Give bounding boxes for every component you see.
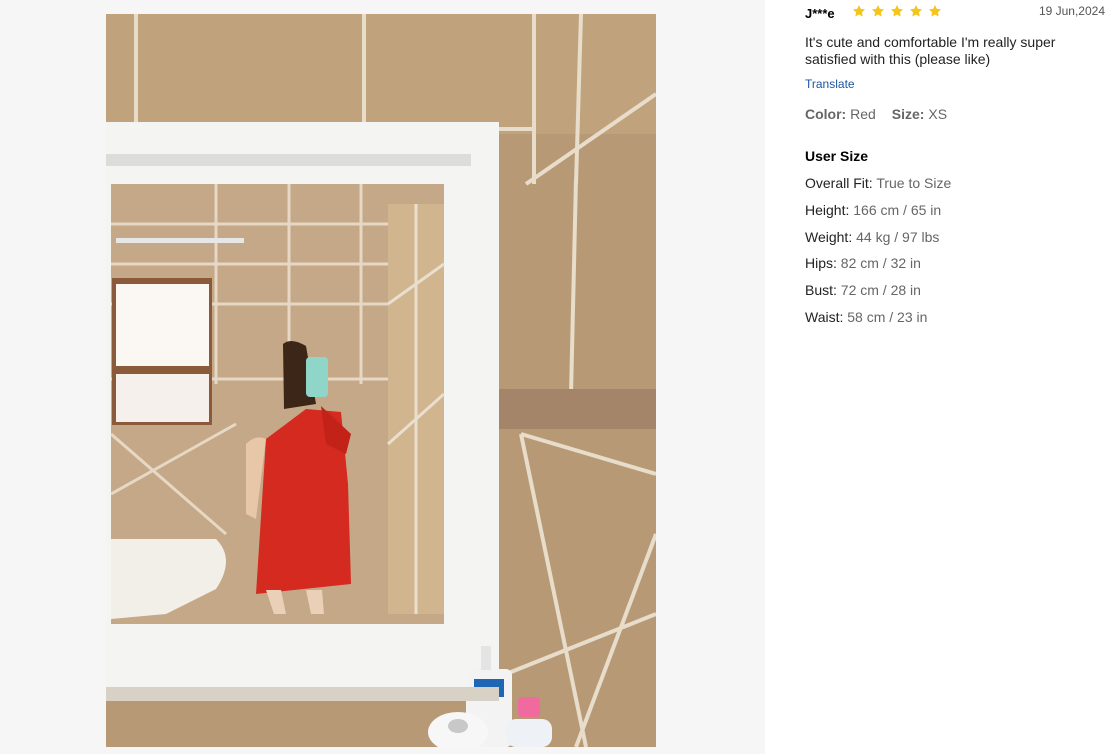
user-size-list: Overall Fit: True to Size Height: 166 cm… (805, 175, 951, 336)
star-icon (871, 5, 885, 17)
user-size-value: True to Size (876, 175, 952, 191)
user-size-item: Height: 166 cm / 65 in (805, 202, 951, 229)
user-size-label: Hips: (805, 255, 837, 272)
review-text: It's cute and comfortable I'm really sup… (805, 34, 1056, 67)
user-size-item: Hips: 82 cm / 32 in (805, 255, 951, 282)
size-attribute: Size: XS (892, 106, 947, 122)
user-size-label: Bust: (805, 282, 837, 299)
user-size-title: User Size (805, 148, 869, 164)
review-panel: J***e 19 Jun,2024 It's cute and comforta… (805, 0, 1105, 754)
user-size-value: 58 cm / 23 in (847, 308, 928, 325)
size-value: XS (928, 106, 948, 122)
user-size-item: Waist: 58 cm / 23 in (805, 309, 951, 336)
user-size-value: 44 kg / 97 lbs (856, 228, 940, 245)
star-icon (909, 5, 923, 17)
color-label: Color: (805, 106, 847, 122)
color-value: Red (850, 106, 876, 122)
reviewer-name: J***e (805, 6, 835, 21)
photo-pane (0, 0, 765, 754)
star-icon (928, 5, 942, 17)
review-photo[interactable] (106, 14, 656, 747)
color-attribute: Color: Red (805, 106, 876, 122)
user-size-item: Overall Fit: True to Size (805, 175, 951, 202)
user-size-label: Weight: (805, 228, 853, 245)
user-size-label: Waist: (805, 308, 844, 325)
user-size-label: Height: (805, 201, 850, 218)
star-rating (852, 4, 942, 18)
star-icon (890, 5, 904, 17)
user-size-item: Bust: 72 cm / 28 in (805, 282, 951, 309)
user-size-value: 166 cm / 65 in (853, 201, 942, 218)
user-size-label: Overall Fit: (805, 175, 873, 191)
star-icon (852, 5, 866, 17)
translate-link[interactable]: Translate (805, 77, 855, 91)
review-date: 19 Jun,2024 (1038, 4, 1105, 18)
review-header: J***e 19 Jun,2024 (805, 4, 1105, 22)
user-size-value: 72 cm / 28 in (840, 282, 921, 299)
purchase-attributes: Color: Red Size: XS (805, 106, 947, 122)
user-size-item: Weight: 44 kg / 97 lbs (805, 229, 951, 256)
user-size-value: 82 cm / 32 in (840, 255, 921, 272)
size-label: Size: (891, 106, 925, 122)
